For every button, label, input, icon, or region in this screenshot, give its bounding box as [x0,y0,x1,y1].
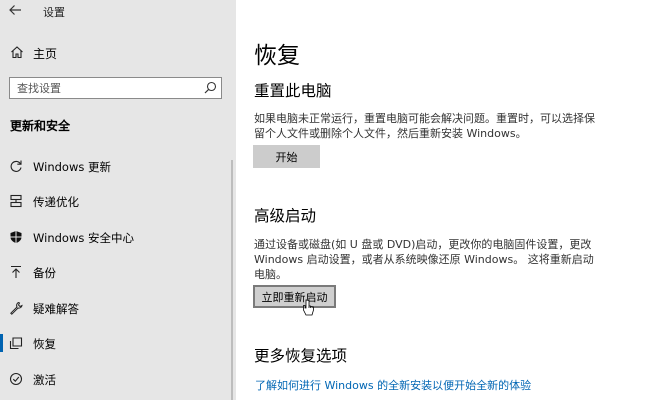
sidebar-item-backup[interactable]: 备份 [0,257,231,287]
shield-icon [10,231,22,243]
more-options-heading: 更多恢复选项 [254,347,348,365]
backup-arrow-icon [11,265,21,278]
activation-check-icon [9,372,23,386]
section-title: 更新和安全 [10,119,71,133]
sidebar-item-label: 激活 [33,373,56,387]
sidebar-item-label: 疑难解答 [33,302,79,316]
delivery-optimization-icon [10,194,22,208]
sidebar-item-label: Windows 安全中心 [33,231,134,245]
search-input[interactable] [10,78,207,98]
mouse-cursor-icon [303,299,314,316]
sidebar-item-label: Windows 更新 [33,160,111,174]
sidebar-item-label: 恢复 [33,337,56,351]
reset-heading: 重置此电脑 [254,82,332,100]
sidebar-item-delivery-optimization[interactable]: 传递优化 [0,186,231,216]
selection-indicator [0,334,3,352]
sidebar-item-windows-update[interactable]: Windows 更新 [0,151,231,181]
back-arrow-icon[interactable] [8,3,22,17]
sidebar-item-recovery[interactable]: 恢复 [0,328,231,358]
search-box[interactable] [9,77,222,99]
wrench-icon [10,301,23,315]
title-bar: 设置 [0,0,236,24]
sidebar-item-activation[interactable]: 激活 [0,364,231,394]
search-icon[interactable] [204,81,217,94]
sidebar-scrollbar[interactable] [231,160,233,400]
sidebar-item-home[interactable]: 主页 [0,40,236,66]
start-reset-button[interactable]: 开始 [253,145,320,168]
restart-now-button[interactable]: 立即重新启动 [253,285,336,308]
sidebar-item-troubleshoot[interactable]: 疑难解答 [0,293,231,323]
reset-description: 如果电脑未正常运行，重置电脑可能会解决问题。重置时，可以选择保留个人文件或删除个… [254,112,595,140]
recovery-icon [9,337,23,350]
sidebar: 设置 主页 更新和安全 Windows 更新 传递优化 [0,0,236,400]
sidebar-item-windows-security[interactable]: Windows 安全中心 [0,222,231,252]
sidebar-item-label: 主页 [33,47,58,61]
home-icon [11,46,23,59]
page-title: 恢复 [254,43,300,69]
advanced-startup-description: 通过设备或磁盘(如 U 盘或 DVD)启动，更改你的电脑固件设置，更改 Wind… [254,238,594,281]
refresh-icon [10,160,22,172]
sidebar-item-label: 备份 [33,266,56,280]
app-title: 设置 [43,6,65,19]
sidebar-item-label: 传递优化 [33,195,79,209]
advanced-startup-heading: 高级启动 [254,207,317,225]
clean-install-link[interactable]: 了解如何进行 Windows 的全新安装以便开始全新的体验 [255,377,531,393]
